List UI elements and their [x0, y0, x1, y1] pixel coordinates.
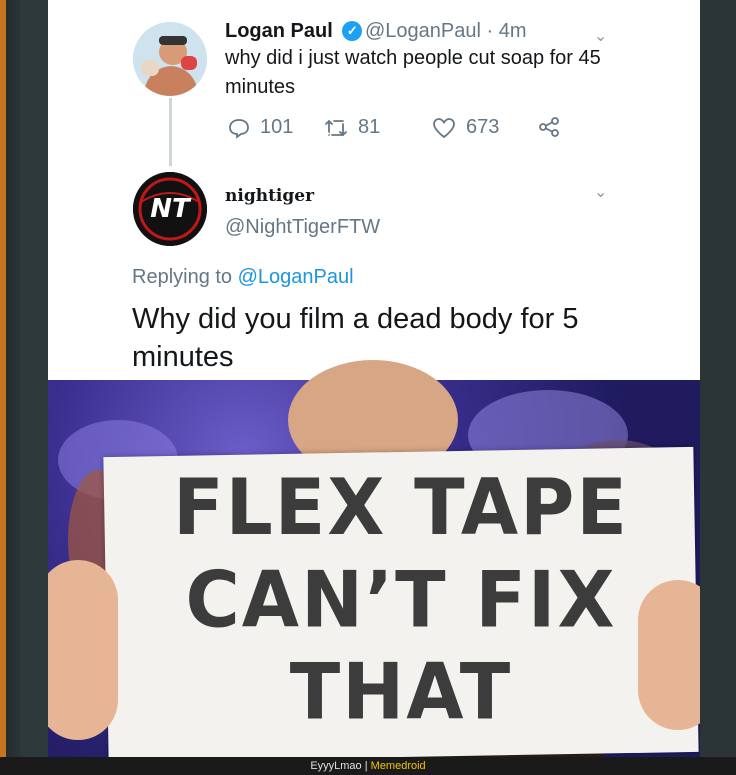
meme-image: Logan Paul ✓ @LoganPaul · 4m ⌄ why did i… [48, 0, 700, 757]
tweet1-text: why did i just watch people cut soap for… [225, 47, 601, 98]
left-border-strip [0, 0, 20, 757]
nt-avatar-text: NT [150, 194, 190, 224]
tweet1-handle-row: @LoganPaul · 4m [365, 20, 527, 43]
right-border-strip [700, 0, 736, 757]
like-count: 673 [466, 116, 500, 138]
share-icon [539, 117, 559, 137]
reply-action[interactable]: 101 [228, 116, 293, 139]
tweet1-time[interactable]: · 4m [487, 20, 527, 42]
share-action[interactable] [538, 116, 560, 138]
tweet1-author-name[interactable]: Logan Paul [225, 20, 333, 42]
like-action[interactable]: 673 [432, 116, 499, 139]
sign-line-1: FLEX TAPE [173, 462, 629, 553]
watermark-footer: EyyyLmao | Memedroid [0, 757, 736, 775]
tweet1-handle[interactable]: @LoganPaul [365, 20, 481, 42]
thread-connector-line [169, 98, 172, 166]
sign-line-3: THAT [289, 647, 513, 738]
retweet-count: 81 [358, 116, 381, 138]
sign-line-2: CAN’T FIX [185, 554, 617, 646]
footer-brand: Memedroid [370, 760, 426, 772]
tweet1-name-row: Logan Paul ✓ [225, 20, 366, 43]
sign-text: FLEX TAPE CAN’T FIX THAT [106, 461, 696, 738]
replying-handle-link[interactable]: @LoganPaul [238, 266, 354, 288]
replying-prefix: Replying to [132, 266, 233, 288]
tweet2-handle[interactable]: @NightTigerFTW [225, 216, 380, 239]
replying-to: Replying to @LoganPaul [132, 266, 354, 289]
tweet-screenshot: Logan Paul ✓ @LoganPaul · 4m ⌄ why did i… [48, 0, 700, 389]
retweet-action[interactable]: 81 [324, 116, 380, 139]
left-hand [48, 560, 118, 740]
retweet-icon [325, 119, 347, 136]
logan-paul-avatar[interactable] [133, 22, 207, 96]
avatar-photo-icon [133, 22, 207, 96]
nighttiger-avatar[interactable]: NT [133, 172, 207, 246]
right-hand [638, 580, 700, 730]
footer-username: EyyyLmao | [310, 760, 368, 772]
verified-badge-icon: ✓ [342, 21, 363, 41]
tweet2-author-name[interactable]: nightiger [225, 186, 314, 206]
chevron-down-icon[interactable]: ⌄ [594, 26, 607, 46]
reply-count: 101 [260, 116, 294, 138]
heart-icon [433, 117, 455, 138]
reply-icon [229, 118, 249, 139]
chevron-down-icon[interactable]: ⌄ [594, 182, 607, 202]
